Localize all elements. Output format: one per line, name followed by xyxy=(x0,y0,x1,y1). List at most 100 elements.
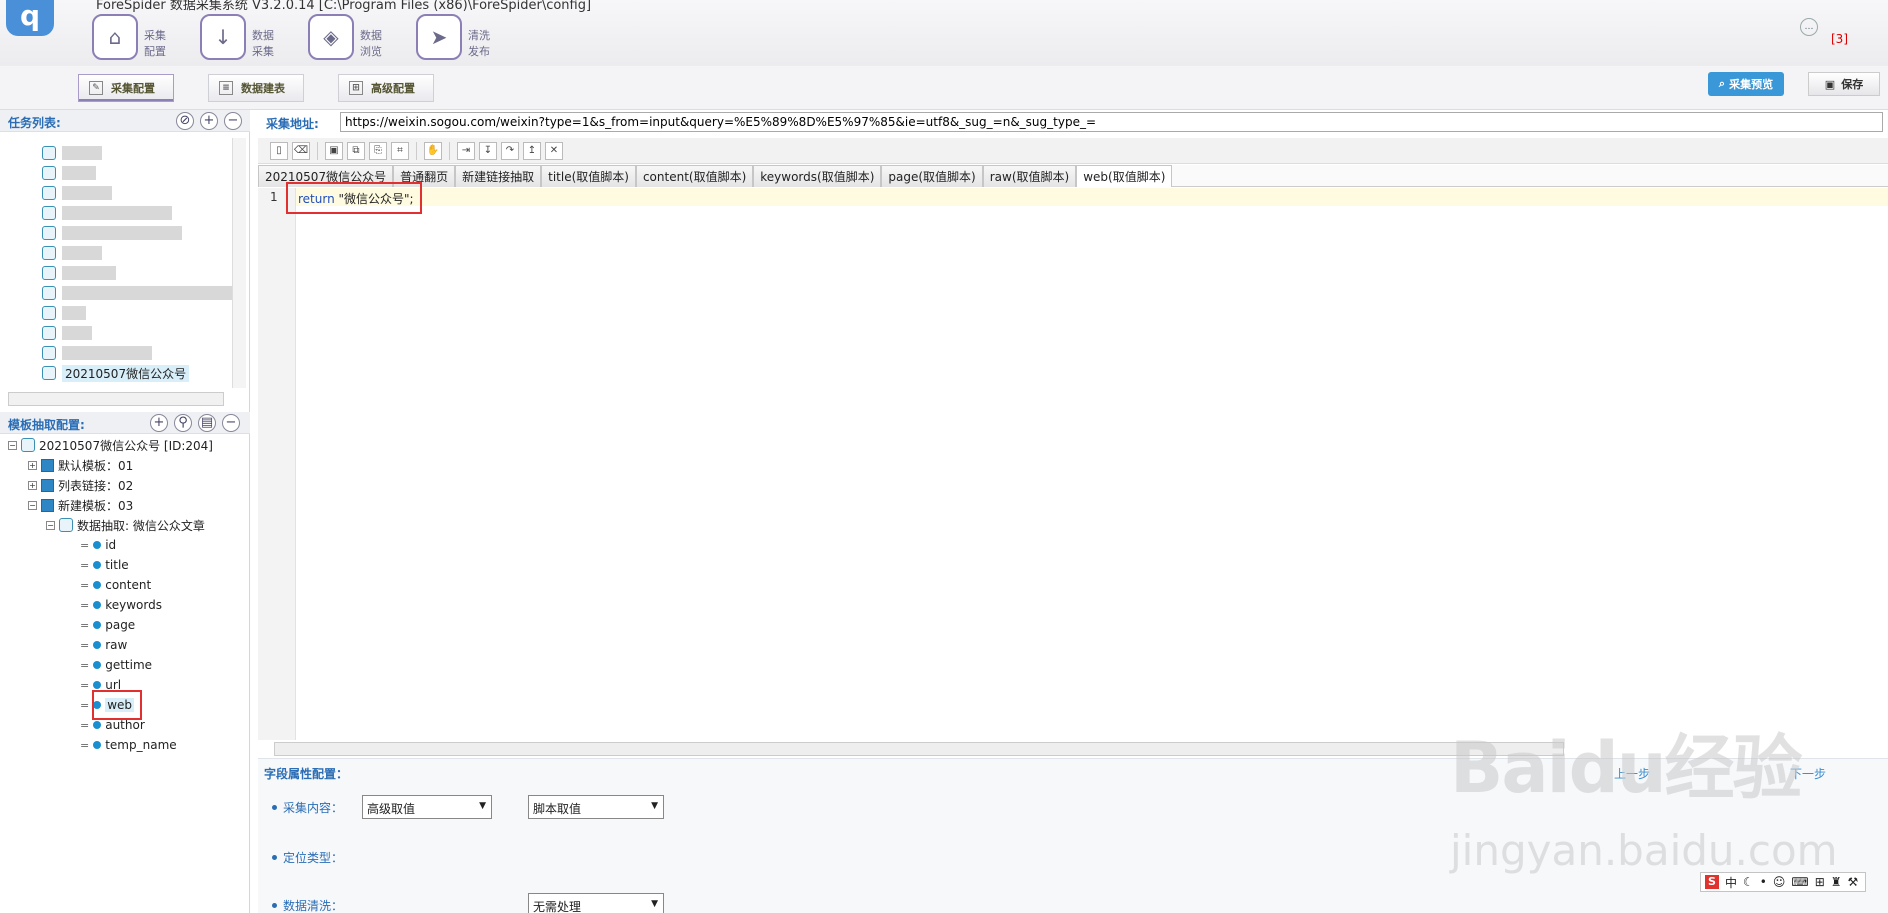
document-icon: ≡ xyxy=(219,81,233,95)
task-row[interactable] xyxy=(42,204,172,222)
collapse-icon[interactable]: − xyxy=(8,440,17,450)
tree-field[interactable]: = content xyxy=(80,576,151,594)
dot-icon[interactable]: • xyxy=(1760,875,1767,889)
smile-icon[interactable]: ☺ xyxy=(1773,875,1786,889)
window-title: ForeSpider 数据采集系统 V3.2.0.14 [C:\Program … xyxy=(96,0,592,13)
script-tab[interactable]: page(取值脚本) xyxy=(881,165,983,187)
collapse-icon[interactable]: ⊘ xyxy=(176,112,194,130)
tree-field[interactable]: = id xyxy=(80,536,116,554)
send-icon: ➤ xyxy=(416,14,462,60)
expand-icon[interactable]: + xyxy=(28,460,37,470)
add-task-button[interactable]: + xyxy=(200,112,218,130)
tree-field[interactable]: = temp_name xyxy=(80,736,177,754)
script-tab[interactable]: raw(取值脚本) xyxy=(982,165,1077,187)
tree-template[interactable]: + 列表链接：02 xyxy=(28,476,133,494)
step-into-icon[interactable]: ↧ xyxy=(479,141,497,160)
task-row[interactable] xyxy=(42,344,152,362)
ime-logo-icon: S xyxy=(1705,875,1719,889)
script-tab-active[interactable]: web(取值脚本) xyxy=(1076,165,1173,187)
wrench-icon[interactable]: ⚒ xyxy=(1848,875,1859,889)
preview-button[interactable]: ⌕ 采集预览 xyxy=(1708,72,1784,96)
tab-data-table[interactable]: ≡ 数据建表 xyxy=(208,74,304,102)
tree-field[interactable]: = page xyxy=(80,616,135,634)
tab-advanced-config[interactable]: ⊞ 高级配置 xyxy=(338,74,434,102)
ime-mode[interactable]: 中 xyxy=(1725,874,1737,891)
shirt-icon[interactable]: ♜ xyxy=(1831,875,1842,889)
field-label: author xyxy=(105,718,145,732)
save-button[interactable]: ▣ 保存 xyxy=(1808,72,1880,96)
task-row[interactable] xyxy=(42,304,86,322)
chat-icon[interactable]: … xyxy=(1800,18,1818,36)
task-row[interactable] xyxy=(42,144,102,162)
paste-icon[interactable]: ⎘ xyxy=(369,141,387,160)
tree-template[interactable]: + 默认模板：01 xyxy=(28,456,133,474)
copy-icon[interactable]: ⧉ xyxy=(347,141,365,160)
remove-template-button[interactable]: − xyxy=(222,414,240,432)
task-row[interactable] xyxy=(42,264,116,282)
data-clean-select[interactable]: 无需处理 ▼ xyxy=(528,893,664,913)
crop-icon[interactable]: ⌗ xyxy=(391,141,409,160)
tree-root[interactable]: − 20210507微信公众号 [ID:204] xyxy=(8,436,213,454)
tree-field[interactable]: = gettime xyxy=(80,656,152,674)
tree-template[interactable]: − 新建模板：03 xyxy=(28,496,133,514)
url-input[interactable] xyxy=(340,112,1883,132)
field-icon xyxy=(93,641,102,649)
notification-count[interactable]: [3] xyxy=(1831,32,1848,46)
task-row[interactable] xyxy=(42,324,92,342)
nav-clean-publish[interactable]: ➤ 清洗 发布 xyxy=(410,14,530,60)
step-out-icon[interactable]: ↥ xyxy=(523,141,541,160)
field-icon xyxy=(93,621,102,629)
hand-icon[interactable]: ✋ xyxy=(424,141,442,160)
collapse-icon[interactable]: − xyxy=(28,500,37,510)
locate-type-row: 定位类型： xyxy=(272,849,343,866)
nav-collect-config[interactable]: ⌂ 采集 配置 xyxy=(86,14,206,60)
cube-icon xyxy=(21,438,35,452)
url-label: 采集地址: xyxy=(266,117,319,131)
code-highlight-box xyxy=(286,182,422,214)
tree-extraction[interactable]: − 数据抽取: 微信公众文章 xyxy=(46,516,205,534)
nav-label: 数据 xyxy=(252,29,274,42)
task-row-selected[interactable]: 20210507微信公众号 xyxy=(42,364,190,382)
remove-task-button[interactable]: − xyxy=(224,112,242,130)
baidu-watermark-url: jingyan.baidu.com xyxy=(1450,826,1838,875)
collect-type-select[interactable]: 高级取值 ▼ xyxy=(362,795,492,819)
eraser-icon[interactable]: ⌫ xyxy=(292,141,310,160)
keyboard-icon[interactable]: ⌨ xyxy=(1791,875,1808,889)
data-clean-value: 无需处理 xyxy=(533,900,582,913)
tree-field[interactable]: = raw xyxy=(80,636,127,654)
link-icon[interactable]: ⚲ xyxy=(174,414,192,432)
new-file-icon[interactable]: ▯ xyxy=(270,141,288,160)
nav-data-browse[interactable]: ◈ 数据 浏览 xyxy=(302,14,422,60)
task-row[interactable] xyxy=(42,184,112,202)
task-row[interactable] xyxy=(42,224,182,242)
close-icon[interactable]: ✕ xyxy=(545,141,563,160)
tab-collect-config[interactable]: ✎ 采集配置 xyxy=(78,74,174,102)
code-editor[interactable]: 1 return "微信公众号"; xyxy=(258,182,1888,740)
step-over-icon[interactable]: ↷ xyxy=(501,141,519,160)
collect-method-select[interactable]: 脚本取值 ▼ xyxy=(528,795,664,819)
horizontal-scrollbar[interactable] xyxy=(8,392,224,406)
moon-icon[interactable]: ☾ xyxy=(1743,875,1754,889)
indent-icon[interactable]: ⇥ xyxy=(457,141,475,160)
script-tab[interactable]: title(取值脚本) xyxy=(541,165,636,187)
nav-data-collect[interactable]: ↓ 数据 采集 xyxy=(194,14,314,60)
tree-field[interactable]: = title xyxy=(80,556,129,574)
task-row[interactable] xyxy=(42,244,102,262)
script-tab[interactable]: keywords(取值脚本) xyxy=(753,165,882,187)
template-label: 默认模板：01 xyxy=(58,458,134,473)
save-icon[interactable]: ▣ xyxy=(325,141,343,160)
task-row[interactable] xyxy=(42,164,96,182)
script-tab[interactable]: content(取值脚本) xyxy=(635,165,754,187)
ime-toolbar[interactable]: S 中 ☾ • ☺ ⌨ ⊞ ♜ ⚒ xyxy=(1700,872,1866,892)
editor-horizontal-scrollbar[interactable] xyxy=(274,742,1564,756)
script-tab[interactable]: 新建链接抽取 xyxy=(455,165,542,187)
grid-icon[interactable]: ⊞ xyxy=(1815,875,1825,889)
collapse-icon[interactable]: − xyxy=(46,520,55,530)
cube-icon xyxy=(42,266,56,280)
expand-icon[interactable]: + xyxy=(28,480,37,490)
tree-field[interactable]: = keywords xyxy=(80,596,162,614)
vertical-scrollbar[interactable] xyxy=(232,138,246,388)
database-icon[interactable]: ▤ xyxy=(198,414,216,432)
task-row[interactable] xyxy=(42,284,242,302)
add-template-button[interactable]: + xyxy=(150,414,168,432)
